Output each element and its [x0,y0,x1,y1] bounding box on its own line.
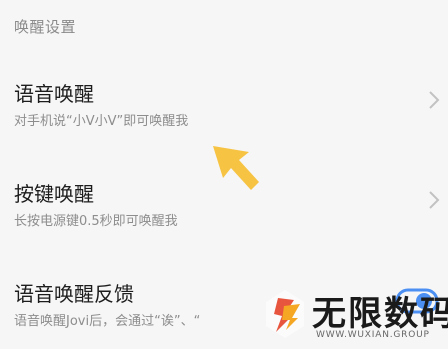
voice-wake-feedback-title: 语音唤醒反馈 [14,282,134,306]
arrow-pointer-icon [213,146,259,190]
voice-wake-title: 语音唤醒 [14,82,94,106]
key-wake-desc: 长按电源键0.5秒即可唤醒我 [14,214,178,229]
chevron-right-icon [429,191,440,209]
voice-wake-desc: 对手机说“小V小V”即可唤醒我 [14,114,189,129]
voice-wake-row[interactable]: 语音唤醒 对手机说“小V小V”即可唤醒我 [0,76,448,136]
section-header: 唤醒设置 [14,18,77,36]
watermark-title: 无限数码 [312,294,448,334]
watermark-logo-icon [266,290,304,338]
watermark-url: WWW.WUXIAN.GROUP [316,330,430,340]
key-wake-title: 按键唤醒 [14,182,94,206]
voice-wake-feedback-desc: 语音唤醒Jovi后，会通过“诶”、“ [14,314,201,329]
watermark: 无限数码 WWW.WUXIAN.GROUP [264,284,448,349]
chevron-right-icon [429,91,440,109]
